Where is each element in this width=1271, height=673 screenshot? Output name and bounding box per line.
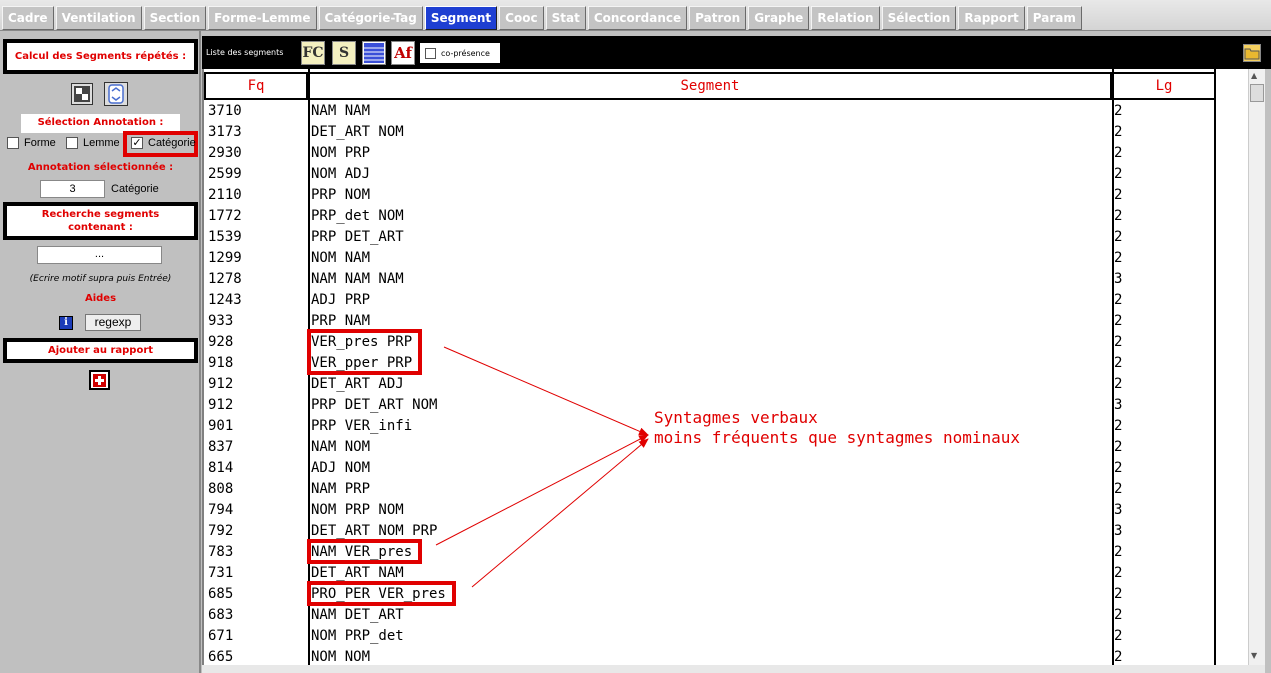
info-icon[interactable]: i	[59, 316, 73, 330]
annotation-line-1: Syntagmes verbaux	[654, 408, 818, 427]
annotation-text: Syntagmes verbaux moins fréquents que sy…	[654, 408, 1020, 448]
left-panel: Calcul des Segments répétés : Sélection …	[0, 31, 201, 673]
tab-cadre[interactable]: Cadre	[2, 6, 54, 30]
tab-stat[interactable]: Stat	[545, 6, 586, 30]
tab-cat-gorie-tag[interactable]: Catégorie-Tag	[318, 6, 423, 30]
checkbox-lemme[interactable]: Lemme	[66, 137, 120, 149]
tab-bar: Cadre Ventilation Section Forme-Lemme Catégo…	[0, 0, 1271, 31]
tab-segment[interactable]: Segment	[424, 6, 498, 30]
annotation-value-label: Catégorie	[111, 183, 159, 195]
segment-table: Fq Segment Lg 3710 NAM NAM 2 3173 DET_ART NO…	[202, 69, 1248, 665]
checkbox-lemme-label: Lemme	[83, 137, 120, 149]
checkbox-categorie-box[interactable]: ✓	[131, 137, 143, 149]
tab-s-lection[interactable]: Sélection	[881, 6, 957, 30]
copresence-checkbox[interactable]: co-présence	[420, 43, 500, 63]
tab-section[interactable]: Section	[143, 6, 207, 30]
tab-forme-lemme[interactable]: Forme-Lemme	[208, 6, 317, 30]
segment-dictionary-icon[interactable]	[71, 83, 93, 105]
tab-rapport[interactable]: Rapport	[958, 6, 1025, 30]
aides-title: Aides	[84, 293, 117, 304]
list-label: Liste des segments	[206, 48, 284, 57]
sort-by-segment-icon[interactable]: S	[332, 41, 356, 65]
scroll-up-icon[interactable]: ▲	[1251, 71, 1257, 80]
checkbox-lemme-box[interactable]	[66, 137, 78, 149]
tab-ventilation[interactable]: Ventilation	[55, 6, 142, 30]
scroll-thumb[interactable]	[1250, 84, 1264, 102]
annotation-selected-title: Annotation sélectionnée :	[27, 162, 174, 173]
checkbox-forme-box[interactable]	[7, 137, 19, 149]
copresence-box[interactable]	[425, 47, 436, 59]
af-icon[interactable]: Af	[391, 41, 415, 65]
search-input[interactable]: ...	[37, 246, 162, 264]
tab-patron[interactable]: Patron	[689, 6, 747, 30]
tab-cooc[interactable]: Cooc	[499, 6, 544, 30]
search-hint: (Ecrire motif supra puis Entrée)	[29, 274, 172, 284]
table-view-icon[interactable]	[362, 41, 386, 65]
calc-segments-title-text: Calcul des Segments répétés :	[14, 51, 187, 62]
search-segments-title: Recherche segments contenant :	[3, 202, 198, 240]
checkbox-categorie-label: Catégorie	[148, 137, 196, 149]
calc-segments-title: Calcul des Segments répétés :	[3, 39, 198, 74]
tab-graphe[interactable]: Graphe	[748, 6, 810, 30]
sort-by-frequency-icon[interactable]: FC	[301, 41, 325, 65]
add-icon	[93, 373, 106, 387]
search-segments-title-text: Recherche segments contenant :	[41, 209, 160, 233]
annotation-value-field[interactable]: 3	[40, 180, 105, 198]
copresence-label: co-présence	[441, 48, 490, 58]
tab-list: Cadre Ventilation Section Forme-Lemme Catégo…	[2, 6, 1084, 30]
compute-segments-icon[interactable]	[104, 82, 128, 106]
annotation-line-2: moins fréquents que syntagmes nominaux	[654, 428, 1021, 447]
scroll-down-icon[interactable]: ▼	[1251, 651, 1257, 660]
ajouter-rapport-title: Ajouter au rapport	[3, 338, 198, 363]
annotation-arrow	[443, 346, 649, 436]
selection-annotation-title: Sélection Annotation :	[37, 117, 164, 128]
regexp-button[interactable]: regexp	[85, 314, 141, 331]
open-folder-icon[interactable]	[1243, 44, 1261, 62]
ajouter-rapport-title-text: Ajouter au rapport	[47, 345, 154, 356]
tab-relation[interactable]: Relation	[811, 6, 880, 30]
segment-toolbar: Liste des segments FC S Af co-présence	[202, 36, 1271, 69]
add-to-report-button[interactable]	[89, 370, 110, 390]
horizontal-scrollbar[interactable]	[202, 665, 1265, 673]
checkbox-forme[interactable]: Forme	[7, 137, 56, 149]
tab-param[interactable]: Param	[1026, 6, 1082, 30]
checkbox-categorie[interactable]: ✓ Catégorie	[131, 137, 196, 149]
checkbox-forme-label: Forme	[24, 137, 56, 149]
vertical-scrollbar[interactable]: ▲ ▼	[1248, 69, 1265, 665]
annotation-overlay	[435, 346, 649, 588]
tab-concordance[interactable]: Concordance	[587, 6, 688, 30]
